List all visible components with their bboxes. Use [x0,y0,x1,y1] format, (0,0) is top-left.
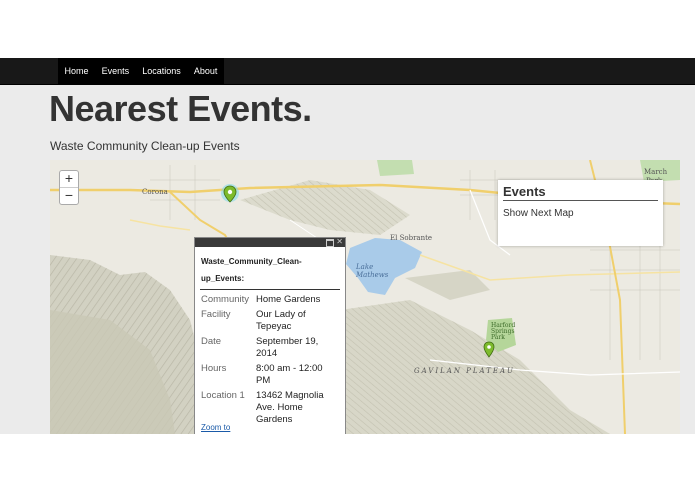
zoom-in-button[interactable]: + [60,171,78,187]
attribute-value: Home Gardens [256,294,321,305]
event-marker-icon[interactable] [482,341,496,361]
attribute-value: 8:00 am - 12:00 PM [256,363,323,386]
events-panel-title: Events [503,184,546,199]
attribute-value: 13462 Magnolia Ave. Home Gardens [256,390,324,425]
attribute-key: Date [201,336,222,347]
attribute-value: September 19, 2014 [256,336,319,359]
map-label-el-sobrante: El Sobrante [390,234,433,242]
attribute-key: Location 1 [201,390,245,401]
zoom-control: + − [59,170,79,205]
map-view[interactable]: Corona El Sobrante Lake Mathews GAVILAN … [50,160,680,434]
popup-heading: Waste_Community_Clean-up_Events: [201,257,302,283]
maximize-icon[interactable] [326,239,334,247]
attribute-key: Facility [201,309,231,320]
map-label-corona: Corona [142,188,168,196]
show-next-map-link[interactable]: Show Next Map [503,208,574,219]
nav-events-link[interactable]: Events [102,66,130,76]
page-frame: Home Events Locations About Nearest Even… [0,58,695,434]
nav-about-link[interactable]: About [194,66,218,76]
nav-home-link[interactable]: Home [65,66,89,76]
nav-menu: Home Events Locations About [58,58,224,84]
events-panel: Events Show Next Map [498,180,663,246]
zoom-to-link[interactable]: Zoom to [201,423,230,432]
nav-locations-link[interactable]: Locations [142,66,181,76]
attribute-row: Hours 8:00 am - 12:00 PM [201,363,341,387]
close-icon[interactable]: ✕ [336,238,343,246]
map-label-gavilan-plateau: GAVILAN PLATEAU [414,367,515,375]
attribute-row: Facility Our Lady of Tepeyac [201,309,341,333]
map-label-lake-mathews: Lake Mathews [356,263,389,279]
popup-attribute-table: Community Home Gardens Facility Our Lady… [201,294,341,429]
top-navbar: Home Events Locations About [0,58,695,85]
attribute-key: Community [201,294,250,305]
popup-titlebar: ✕ [195,238,345,247]
event-info-popup: ✕ Waste_Community_Clean-up_Events: Commu… [194,237,346,434]
page-title: Nearest Events. [49,88,312,129]
popup-divider [200,289,340,290]
map-label-march: March [644,168,668,176]
event-marker-icon[interactable] [221,184,239,208]
attribute-row: Community Home Gardens [201,294,341,306]
attribute-key: Hours [201,363,227,374]
attribute-row: Date September 19, 2014 [201,336,341,360]
map-label-harford-springs-park: Harford Springs Park [491,322,516,341]
page-subtitle: Waste Community Clean-up Events [50,139,240,153]
zoom-out-button[interactable]: − [60,187,78,204]
attribute-value: Our Lady of Tepeyac [256,309,306,332]
attribute-row: Location 1 13462 Magnolia Ave. Home Gard… [201,390,341,426]
events-panel-divider [503,200,658,201]
